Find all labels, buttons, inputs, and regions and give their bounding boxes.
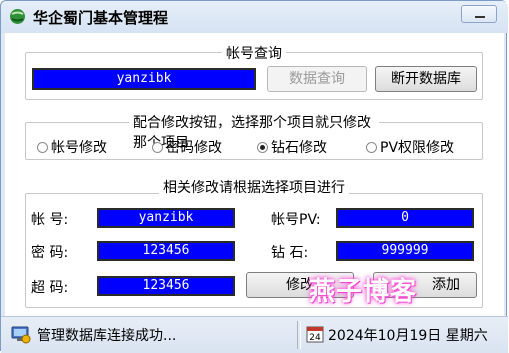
account-query-title: 帐号查询 [222,43,286,63]
radio-label: 帐号修改 [51,140,107,156]
radio-circle [366,142,377,153]
diamond-label: 钻 石: [271,245,309,261]
query-data-button[interactable]: 数据查询 [267,66,367,92]
svg-text:24: 24 [309,333,321,343]
account-pv-label: 帐号PV: [271,212,321,228]
client-area: 帐号查询 yanzibk 数据查询 断开数据库 配合修改按钮，选择那个项目就只修… [5,33,504,316]
account-pv-field[interactable]: 0 [336,208,474,228]
database-connection-icon [11,326,31,344]
radio-pv-permission-modify[interactable]: PV权限修改 [366,137,455,156]
radio-circle [37,142,48,153]
title-bar[interactable]: 华企蜀门基本管理程 [1,1,508,33]
radio-label: PV权限修改 [380,140,455,156]
account-label: 帐 号: [31,212,69,228]
status-separator [297,321,301,349]
radio-diamond-modify[interactable]: 钻石修改 [257,137,327,156]
minimize-icon [475,16,485,18]
radio-account-modify[interactable]: 帐号修改 [37,137,107,156]
radio-label: 钻石修改 [271,140,327,156]
status-date: 2024年10月19日 星期六 [328,328,488,344]
watermark-text: 燕子博客 [309,277,418,307]
super-password-field[interactable]: 123456 [97,276,235,296]
status-bar: 管理数据库连接成功... 24 2024年10月19日 星期六 [1,316,508,353]
radio-password-modify[interactable]: 密码修改 [152,137,222,156]
window-title: 华企蜀门基本管理程 [33,9,169,27]
account-query-input[interactable]: yanzibk [32,68,256,90]
disconnect-database-button[interactable]: 断开数据库 [375,66,477,92]
details-title: 相关修改请根据选择项目进行 [159,177,349,197]
main-window: 华企蜀门基本管理程 帐号查询 yanzibk 数据查询 断开数据库 配合修改按钮… [0,0,508,353]
minimize-button[interactable] [461,5,497,23]
password-field[interactable]: 123456 [97,241,235,261]
diamond-field[interactable]: 999999 [336,241,474,261]
radio-label: 密码修改 [166,140,222,156]
account-field[interactable]: yanzibk [97,208,235,228]
radio-circle [152,142,163,153]
radio-circle-checked [257,142,268,153]
super-password-label: 超 码: [31,280,69,296]
calendar-icon: 24 [306,326,324,343]
password-label: 密 码: [31,245,69,261]
status-message: 管理数据库连接成功... [37,328,177,344]
app-icon [10,9,25,24]
